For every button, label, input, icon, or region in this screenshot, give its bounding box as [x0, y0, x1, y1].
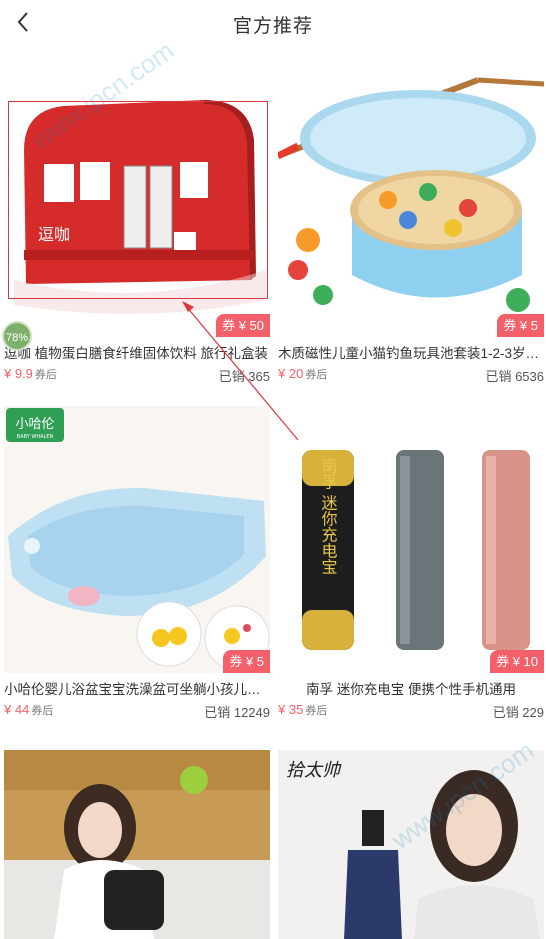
coupon-tag: 券 ¥ 5 [223, 650, 270, 673]
price-value: ¥ 35 [278, 702, 304, 717]
product-name[interactable]: 逗咖 植物蛋白膳食纤维固体饮料 旅行礼盒装 [4, 342, 270, 362]
product-name[interactable]: 南孚 迷你充电宝 便携个性手机通用 [278, 678, 544, 698]
coupon-tag: 券 ¥ 5 [497, 314, 544, 337]
selection-box [8, 101, 268, 299]
price-value: ¥ 9.9 [4, 366, 33, 381]
product-image[interactable]: 南孚 迷你充电宝 券 ¥ 10 [278, 406, 544, 673]
price-value: ¥ 20 [278, 366, 304, 381]
product-image[interactable] [4, 750, 270, 939]
page-title: 官方推荐 [232, 16, 313, 37]
product-price: ¥ 44 券后 [4, 702, 53, 718]
price-value: ¥ 44 [4, 702, 30, 717]
product-image[interactable]: 小哈伦 BABY WHALEN 券 ¥ 5 [4, 406, 270, 673]
brand-logo-en: BABY WHALEN [17, 434, 54, 440]
coupon-tag: 券 ¥ 50 [216, 314, 270, 337]
price-suffix: 券后 [31, 705, 54, 717]
coupon-tag: 券 ¥ 10 [490, 650, 544, 673]
sold-count: 已销 229 [492, 705, 544, 720]
sold-count: 已销 12249 [204, 705, 270, 720]
product-price: ¥ 20 券后 [278, 366, 327, 382]
product-image[interactable]: 券 ¥ 5 [278, 70, 544, 337]
product-image[interactable]: 拾太帅 [278, 750, 544, 939]
product-name[interactable]: 小哈伦婴儿浴盆宝宝洗澡盆可坐躺小孩儿童浴盆 [4, 678, 270, 698]
product-label: 南孚 迷你充电宝 [319, 457, 338, 574]
price-suffix: 券后 [34, 369, 57, 381]
sold-count: 已销 6536 [485, 369, 544, 384]
product-price: ¥ 9.9 券后 [4, 366, 57, 382]
product-name[interactable]: 木质磁性儿童小猫钓鱼玩具池套装1-2-3岁宝宝 [278, 342, 544, 362]
price-suffix: 券后 [305, 705, 328, 717]
price-suffix: 券后 [305, 369, 328, 381]
progress-badge: 78% [2, 321, 32, 351]
product-price: ¥ 35 券后 [278, 702, 327, 718]
header: 官方推荐 [0, 0, 546, 44]
brand-logo: 小哈伦 [15, 417, 54, 432]
brand-logo: 拾太帅 [286, 760, 342, 781]
sold-count: 已销 365 [218, 369, 270, 384]
